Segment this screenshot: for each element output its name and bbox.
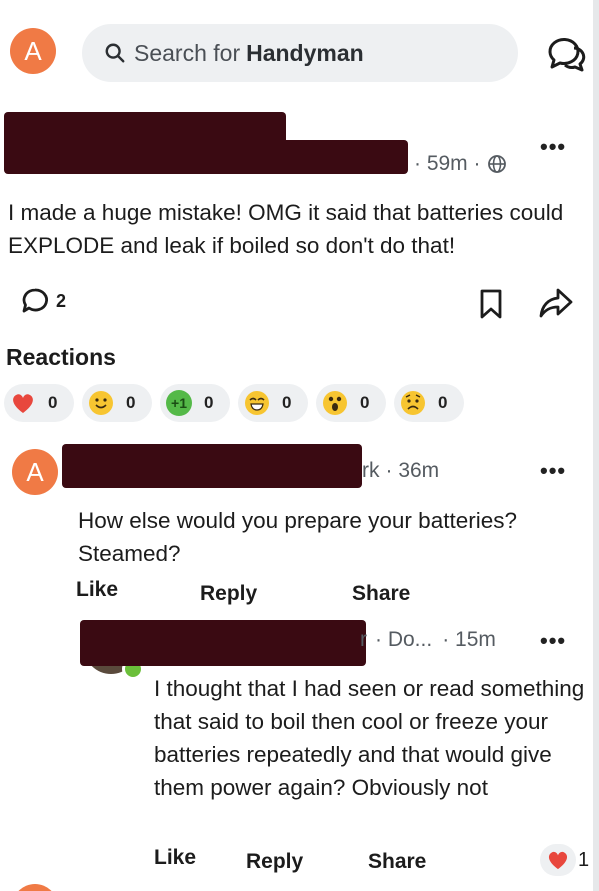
- reaction-heart[interactable]: 0: [4, 384, 74, 422]
- commenter-avatar[interactable]: A: [12, 449, 58, 495]
- grin-emoji-icon: [245, 391, 269, 415]
- globe-icon: [487, 155, 506, 173]
- redacted-replier-name: [80, 620, 366, 666]
- reply-like-button[interactable]: Like: [154, 846, 196, 870]
- comment-like-button[interactable]: Like: [76, 578, 118, 602]
- sad-emoji-icon: [401, 391, 425, 415]
- reaction-wow[interactable]: 0: [316, 384, 386, 422]
- plus-one-icon: +1: [166, 390, 192, 416]
- reaction-sad[interactable]: 0: [394, 384, 464, 422]
- reaction-grin[interactable]: 0: [238, 384, 308, 422]
- reply-reply-button[interactable]: Reply: [246, 850, 303, 874]
- comment-share-button[interactable]: Share: [352, 582, 410, 606]
- heart-icon: [13, 394, 33, 413]
- post-body: I made a huge mistake! OMG it said that …: [8, 200, 564, 258]
- comment-icon: [22, 288, 48, 313]
- wow-emoji-icon: [323, 391, 347, 415]
- reaction-count: 0: [360, 393, 370, 412]
- comment-reply-button[interactable]: Reply: [200, 582, 257, 606]
- reaction-count: 0: [282, 393, 292, 412]
- reply-more-button[interactable]: •••: [540, 628, 566, 654]
- user-avatar[interactable]: A: [10, 28, 56, 74]
- next-comment-avatar: [12, 884, 58, 891]
- reaction-plus-one[interactable]: +1 0: [160, 384, 230, 422]
- reaction-count: 0: [204, 393, 214, 412]
- search-prefix: Search for: [134, 39, 241, 66]
- smile-emoji-icon: [89, 391, 113, 415]
- top-header: A Search for Handyman: [0, 22, 599, 82]
- reply-body: I thought that I had seen or read someth…: [154, 676, 585, 800]
- chat-bubbles-icon[interactable]: [544, 34, 588, 79]
- search-icon: [105, 43, 125, 63]
- comment-time: · 36m: [385, 459, 440, 482]
- reaction-count: 0: [126, 393, 136, 412]
- reply-heart-count: 1: [578, 848, 590, 871]
- comment-more-button[interactable]: •••: [540, 458, 566, 484]
- bookmark-icon[interactable]: [478, 288, 504, 325]
- redacted-commenter-name: [62, 444, 362, 488]
- redacted-author-line: [4, 140, 408, 174]
- comment-count: 2: [56, 290, 67, 311]
- search-group-name: Handyman: [246, 39, 364, 66]
- post-more-button[interactable]: •••: [540, 134, 566, 160]
- comment-button[interactable]: 2: [20, 286, 66, 316]
- reply-heart-reaction[interactable]: 1: [540, 844, 589, 876]
- post-meta: · 59m ·: [414, 152, 507, 176]
- commenter-name-fragment: rk: [362, 459, 380, 482]
- comment-body: How else would you prepare your batterie…: [78, 508, 517, 566]
- reaction-count: 0: [438, 393, 448, 412]
- reaction-count: 0: [48, 393, 58, 412]
- share-icon[interactable]: [538, 286, 574, 325]
- heart-icon: [540, 844, 576, 876]
- replier-subtitle: · Do...: [375, 628, 433, 651]
- reply-meta: r · Do... · 15m: [360, 628, 496, 652]
- comment-meta: rk · 36m: [362, 459, 439, 483]
- reactions-row: 0 0 +1 0 0 0 0: [4, 384, 472, 422]
- reaction-smile[interactable]: 0: [82, 384, 152, 422]
- post-actions: 2: [0, 286, 599, 320]
- reactions-heading: Reactions: [6, 344, 116, 370]
- reply-share-button[interactable]: Share: [368, 850, 426, 874]
- replier-name-fragment: r: [360, 628, 367, 651]
- post-time: · 59m ·: [414, 152, 481, 175]
- search-input[interactable]: Search for Handyman: [82, 24, 518, 82]
- reply-time: · 15m: [442, 628, 496, 651]
